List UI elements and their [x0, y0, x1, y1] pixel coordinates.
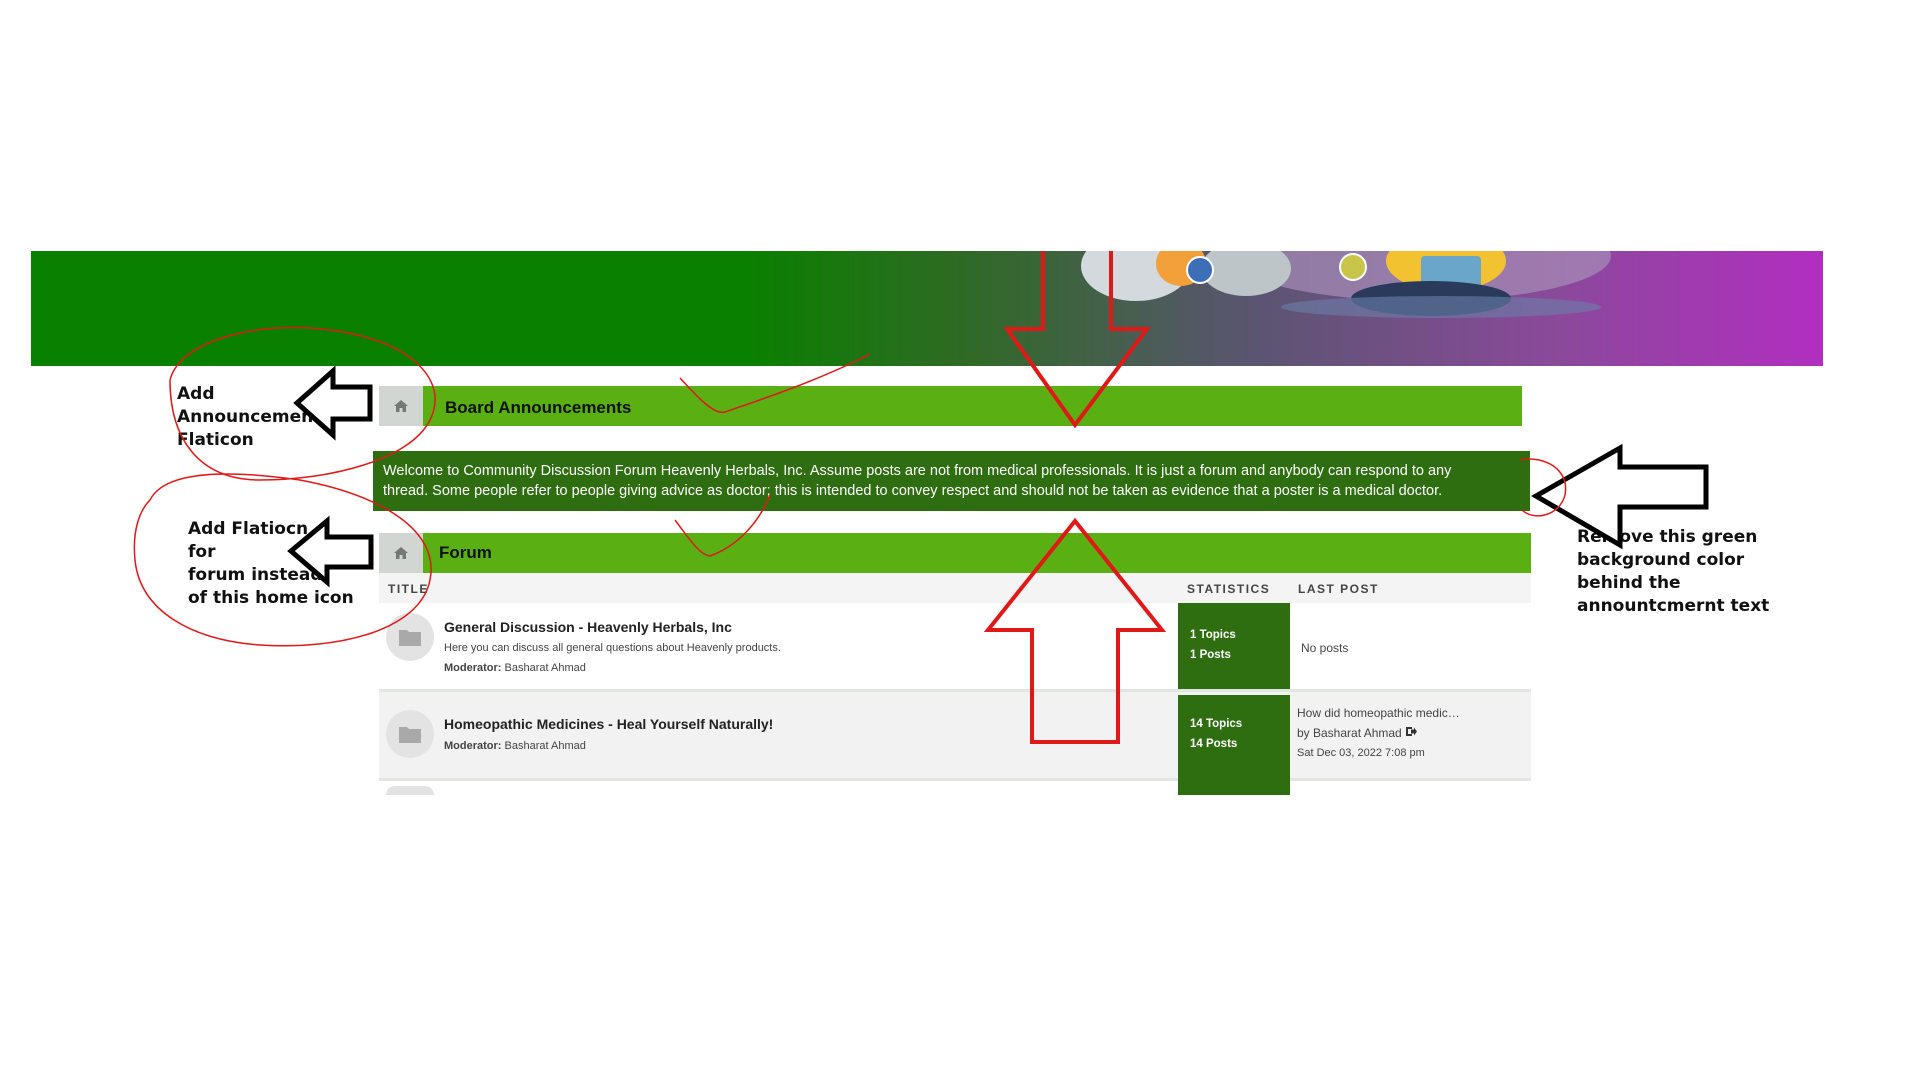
- black-arrow-left-forum: [287, 515, 374, 588]
- annotation-overlay: [133, 251, 1709, 744]
- black-arrow-left-announcement: [293, 365, 373, 441]
- black-arrow-left-announcement-bg: [1531, 443, 1709, 550]
- red-circle-forum-note: [133, 473, 432, 647]
- red-arrow-down: [1003, 251, 1151, 429]
- red-scribble-bottom: [674, 494, 771, 557]
- red-scribble-top: [679, 353, 871, 414]
- red-arrow-up: [983, 517, 1167, 744]
